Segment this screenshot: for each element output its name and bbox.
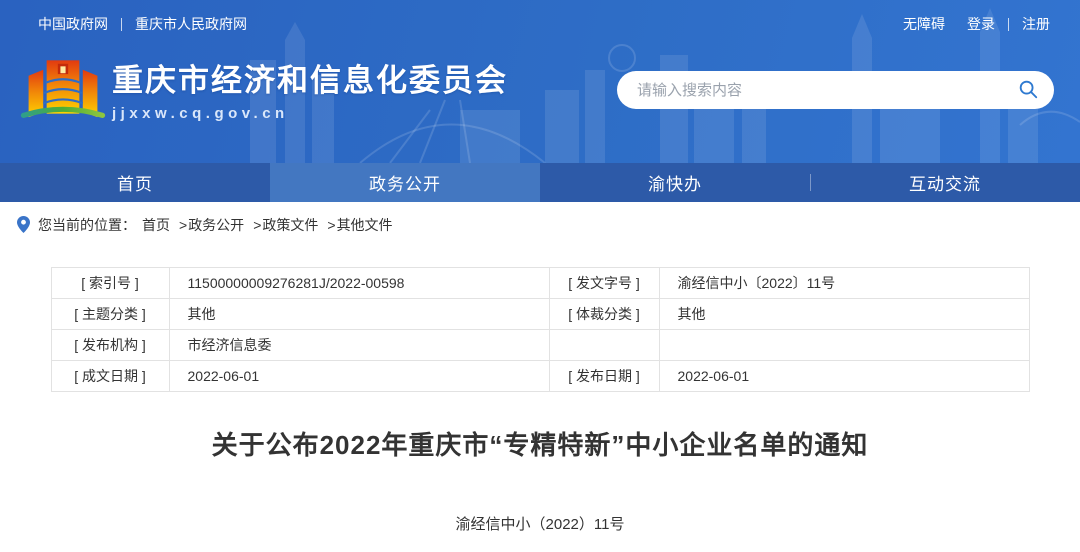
link-china-gov[interactable]: 中国政府网 (38, 14, 108, 34)
meta-value: 其他 (659, 299, 1029, 330)
breadcrumb-item-other-files[interactable]: 其他文件 (337, 215, 393, 235)
meta-value: 市经济信息委 (169, 330, 549, 361)
nav-item-yukuaiban[interactable]: 渝快办 (540, 163, 810, 202)
search-button[interactable] (1016, 78, 1040, 102)
location-pin-icon (17, 216, 30, 233)
nav-item-gov-disclosure[interactable]: 政务公开 (270, 163, 540, 202)
search-input[interactable] (635, 81, 1016, 100)
document-meta-table: [ 索引号 ] 11500000009276281J/2022-00598 [ … (51, 267, 1030, 392)
link-register[interactable]: 注册 (1022, 14, 1050, 34)
meta-label: [ 主题分类 ] (51, 299, 169, 330)
meta-label: [ 发文字号 ] (549, 268, 659, 299)
link-accessibility[interactable]: 无障碍 (903, 14, 945, 34)
site-title: 重庆市经济和信息化委员会 (112, 64, 508, 98)
breadcrumb-separator: > (179, 217, 187, 233)
meta-value (659, 330, 1029, 361)
main-nav: 首页 政务公开 渝快办 互动交流 (0, 163, 1080, 202)
meta-value: 2022-06-01 (659, 361, 1029, 392)
meta-value: 渝经信中小〔2022〕11号 (659, 268, 1029, 299)
nav-item-interaction[interactable]: 互动交流 (810, 163, 1080, 202)
brand-text: 重庆市经济和信息化委员会 jjxxw.cq.gov.cn (112, 64, 508, 121)
breadcrumb: 您当前的位置： 首页 > 政务公开 > 政策文件 > 其他文件 (0, 202, 1080, 247)
meta-row-dates: [ 成文日期 ] 2022-06-01 [ 发布日期 ] 2022-06-01 (51, 361, 1029, 392)
meta-row-index-number: [ 索引号 ] 11500000009276281J/2022-00598 [ … (51, 268, 1029, 299)
topbar: 中国政府网 重庆市人民政府网 无障碍 登录 注册 (38, 14, 1050, 34)
breadcrumb-prefix: 您当前的位置： (38, 215, 136, 235)
meta-value: 其他 (169, 299, 549, 330)
topbar-divider (1008, 18, 1009, 31)
breadcrumb-separator: > (253, 217, 261, 233)
meta-label: [ 成文日期 ] (51, 361, 169, 392)
link-login[interactable]: 登录 (967, 14, 995, 34)
meta-row-publisher: [ 发布机构 ] 市经济信息委 (51, 330, 1029, 361)
meta-value: 11500000009276281J/2022-00598 (169, 268, 549, 299)
search-bar (617, 71, 1054, 109)
meta-label: [ 索引号 ] (51, 268, 169, 299)
breadcrumb-separator: > (327, 217, 335, 233)
document-number: 渝经信中小（2022）11号 (0, 513, 1080, 534)
meta-value: 2022-06-01 (169, 361, 549, 392)
meta-label: [ 体裁分类 ] (549, 299, 659, 330)
breadcrumb-item-policy-files[interactable]: 政策文件 (262, 215, 318, 235)
meta-label: [ 发布机构 ] (51, 330, 169, 361)
meta-row-category: [ 主题分类 ] 其他 [ 体裁分类 ] 其他 (51, 299, 1029, 330)
search-icon (1017, 78, 1039, 100)
agency-logo-icon (20, 50, 106, 136)
site-header: 中国政府网 重庆市人民政府网 无障碍 登录 注册 (0, 0, 1080, 163)
nav-item-home[interactable]: 首页 (0, 163, 270, 202)
article-title: 关于公布2022年重庆市“专精特新”中小企业名单的通知 (0, 425, 1080, 462)
meta-label (549, 330, 659, 361)
breadcrumb-item-disclosure[interactable]: 政务公开 (188, 215, 244, 235)
site-brand[interactable]: 重庆市经济和信息化委员会 jjxxw.cq.gov.cn (20, 50, 508, 136)
site-url: jjxxw.cq.gov.cn (112, 105, 508, 122)
topbar-divider (121, 18, 122, 31)
link-cq-gov[interactable]: 重庆市人民政府网 (135, 14, 247, 34)
breadcrumb-item-home[interactable]: 首页 (142, 215, 170, 235)
meta-label: [ 发布日期 ] (549, 361, 659, 392)
